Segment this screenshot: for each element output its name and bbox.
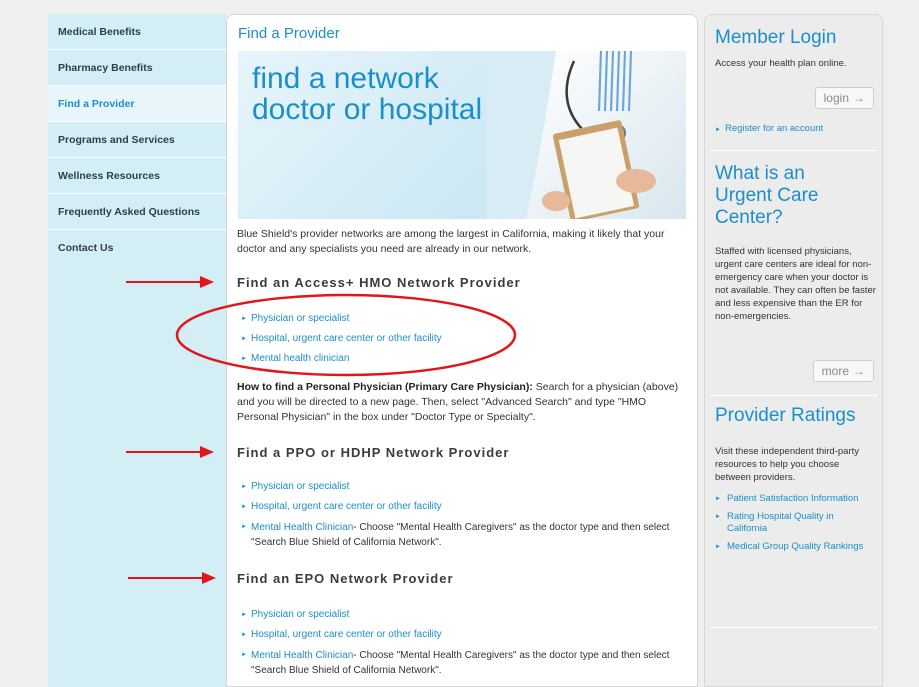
register-link-label: Register for an account [724, 123, 824, 134]
urgent-care-title-line-1: What is an [715, 163, 805, 184]
howto-bold: How to find a Personal Physician (Primar… [237, 381, 533, 393]
nav-item-programs-and-services[interactable]: Programs and Services [48, 122, 226, 158]
arrow-right-icon: → [853, 91, 865, 105]
list-item: Hospital, urgent care center or other fa… [241, 497, 691, 517]
left-navigation: Medical Benefits Pharmacy Benefits Find … [48, 14, 226, 687]
list-item: Physician or specialist [241, 605, 691, 625]
list-item: Mental health clinician [241, 349, 691, 369]
hmo-physician-link[interactable]: Physician or specialist [251, 313, 349, 324]
urgent-care-title-line-2: Urgent Care [715, 185, 819, 206]
ppo-mental-health-link[interactable]: Mental Health Clinician [251, 522, 353, 533]
ratings-link-hospital-quality[interactable]: Rating Hospital Quality in California [715, 511, 875, 535]
hmo-hospital-link[interactable]: Hospital, urgent care center or other fa… [251, 333, 442, 344]
nav-item-find-a-provider[interactable]: Find a Provider [48, 86, 226, 122]
epo-mental-health-link[interactable]: Mental Health Clinician [251, 650, 353, 661]
banner-line-2: doctor or hospital [252, 93, 483, 126]
triangle-bullet-icon: ► [715, 127, 721, 133]
urgent-care-title-line-3: Center? [715, 207, 783, 228]
login-button-label: login [823, 91, 849, 105]
intro-text: Blue Shield's provider networks are amon… [237, 228, 665, 255]
hero-banner: find a network doctor or hospital [238, 51, 686, 219]
hmo-mental-health-link[interactable]: Mental health clinician [251, 353, 349, 364]
arrow-right-icon: → [853, 364, 865, 378]
login-button[interactable]: login → [814, 87, 874, 109]
nav-item-pharmacy-benefits[interactable]: Pharmacy Benefits [48, 50, 226, 86]
banner-headline: find a network doctor or hospital [252, 63, 512, 125]
list-item: Hospital, urgent care center or other fa… [241, 329, 691, 349]
member-login-title: Member Login [715, 27, 837, 48]
epo-hospital-link[interactable]: Hospital, urgent care center or other fa… [251, 629, 442, 640]
divider [711, 395, 877, 396]
epo-link-list: Physician or specialist Hospital, urgent… [241, 605, 691, 678]
member-login-text: Access your health plan online. [715, 58, 847, 69]
urgent-care-title: What is an Urgent Care Center? [715, 163, 819, 229]
heading-epo-network: Find an EPO Network Provider [237, 571, 454, 586]
register-link[interactable]: ► Register for an account [715, 123, 823, 134]
list-item: Physician or specialist [241, 477, 691, 497]
personal-physician-instructions: How to find a Personal Physician (Primar… [237, 380, 687, 425]
nav-item-faq[interactable]: Frequently Asked Questions [48, 194, 226, 230]
ratings-link-list: Patient Satisfaction Information Rating … [715, 493, 875, 559]
ppo-hospital-link[interactable]: Hospital, urgent care center or other fa… [251, 501, 442, 512]
nav-item-medical-benefits[interactable]: Medical Benefits [48, 14, 226, 50]
epo-physician-link[interactable]: Physician or specialist [251, 609, 349, 620]
heading-hmo-network: Find an Access+ HMO Network Provider [237, 275, 521, 290]
doctor-image [486, 51, 686, 219]
banner-line-1: find a network [252, 62, 439, 95]
divider [711, 627, 877, 628]
more-button-label: more [821, 364, 849, 378]
hmo-link-list: Physician or specialist Hospital, urgent… [241, 309, 691, 369]
ppo-physician-link[interactable]: Physician or specialist [251, 481, 349, 492]
nav-item-wellness-resources[interactable]: Wellness Resources [48, 158, 226, 194]
list-item: Physician or specialist [241, 309, 691, 329]
divider [711, 150, 877, 151]
more-button[interactable]: more → [812, 360, 874, 382]
nav-item-contact-us[interactable]: Contact Us [48, 230, 226, 266]
urgent-care-text: Staffed with licensed physicians, urgent… [715, 246, 876, 322]
ppo-link-list: Physician or specialist Hospital, urgent… [241, 477, 691, 550]
list-item: Mental Health Clinician- Choose "Mental … [241, 520, 691, 550]
main-content: Find a Provider find a network doctor or… [226, 14, 698, 687]
ratings-link-medical-group[interactable]: Medical Group Quality Rankings [715, 541, 875, 553]
page-title: Find a Provider [238, 25, 340, 42]
ratings-link-patient-satisfaction[interactable]: Patient Satisfaction Information [715, 493, 875, 505]
provider-ratings-text: Visit these independent third-party reso… [715, 446, 859, 483]
list-item: Hospital, urgent care center or other fa… [241, 625, 691, 645]
heading-ppo-network: Find a PPO or HDHP Network Provider [237, 445, 510, 460]
provider-ratings-title: Provider Ratings [715, 405, 856, 426]
right-sidebar: Member Login Access your health plan onl… [704, 14, 883, 687]
list-item: Mental Health Clinician- Choose "Mental … [241, 648, 691, 678]
